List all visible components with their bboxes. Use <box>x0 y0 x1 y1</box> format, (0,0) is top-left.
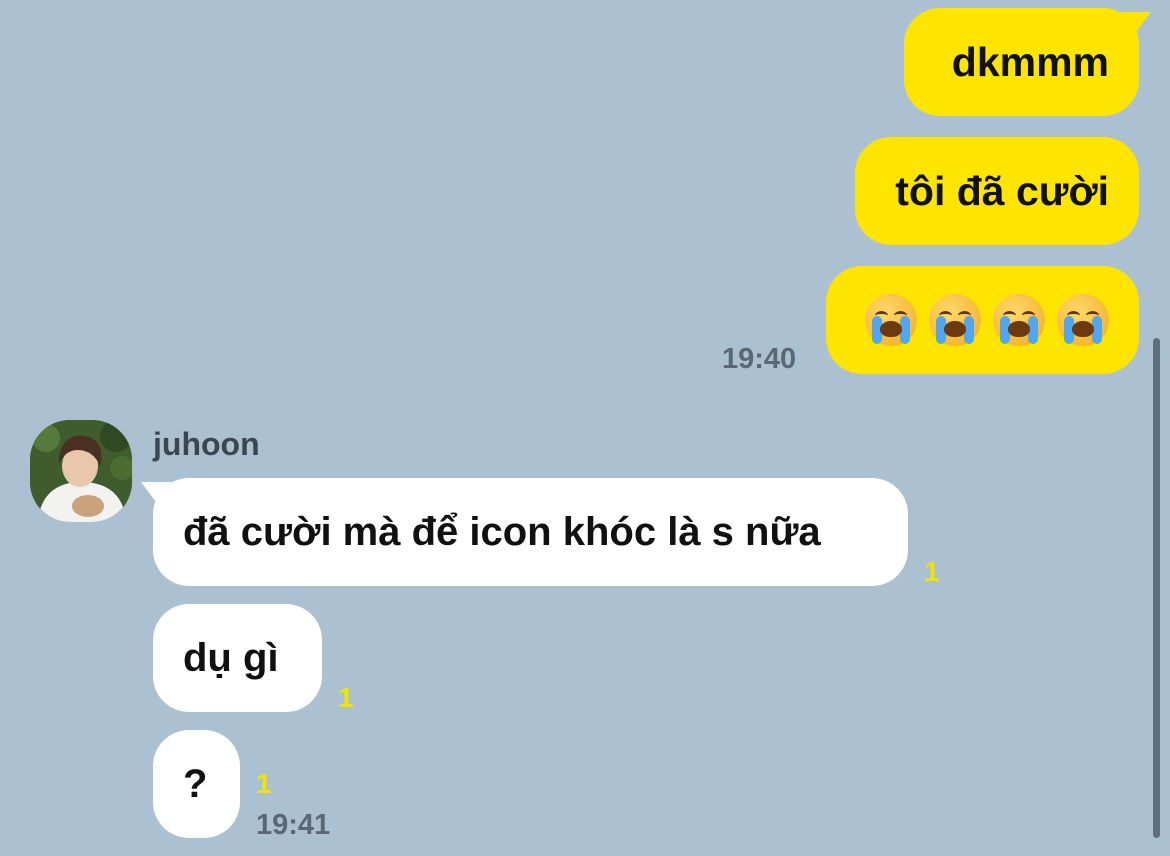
message-timestamp: 19:41 <box>256 809 331 841</box>
message-text: dụ gì <box>183 635 279 680</box>
sender-name: juhoon <box>153 426 260 462</box>
loudly-crying-face-icon <box>993 294 1045 346</box>
loudly-crying-face-icon <box>865 294 917 346</box>
message-text: dkmmm <box>951 38 1109 85</box>
loudly-crying-face-icon <box>1057 294 1109 346</box>
unread-count: 1 <box>338 682 354 713</box>
received-message-bubble[interactable]: đã cười mà để icon khóc là s nữa <box>141 478 908 586</box>
sent-message-bubble[interactable]: dkmmm <box>904 8 1151 116</box>
chat-room: dkmmm tôi đã cười 19:40 juhoon đã cười m… <box>0 0 1170 856</box>
sent-message-bubble[interactable]: tôi đã cười <box>855 137 1139 245</box>
unread-count: 1 <box>924 556 940 587</box>
received-message-bubble[interactable]: ? <box>153 730 240 838</box>
scrollbar[interactable] <box>1153 338 1160 838</box>
profile-photo-icon <box>30 420 132 522</box>
sent-emoji-message-bubble[interactable] <box>826 266 1139 374</box>
received-message-bubble[interactable]: dụ gì <box>153 604 322 712</box>
message-text: đã cười mà để icon khóc là s nữa <box>183 509 821 554</box>
message-text: ? <box>183 761 208 806</box>
unread-count: 1 <box>256 768 272 799</box>
emoji-row <box>865 294 1109 346</box>
message-text: tôi đã cười <box>895 167 1109 214</box>
loudly-crying-face-icon <box>929 294 981 346</box>
contact-avatar[interactable] <box>30 420 132 522</box>
message-timestamp: 19:40 <box>722 343 797 375</box>
